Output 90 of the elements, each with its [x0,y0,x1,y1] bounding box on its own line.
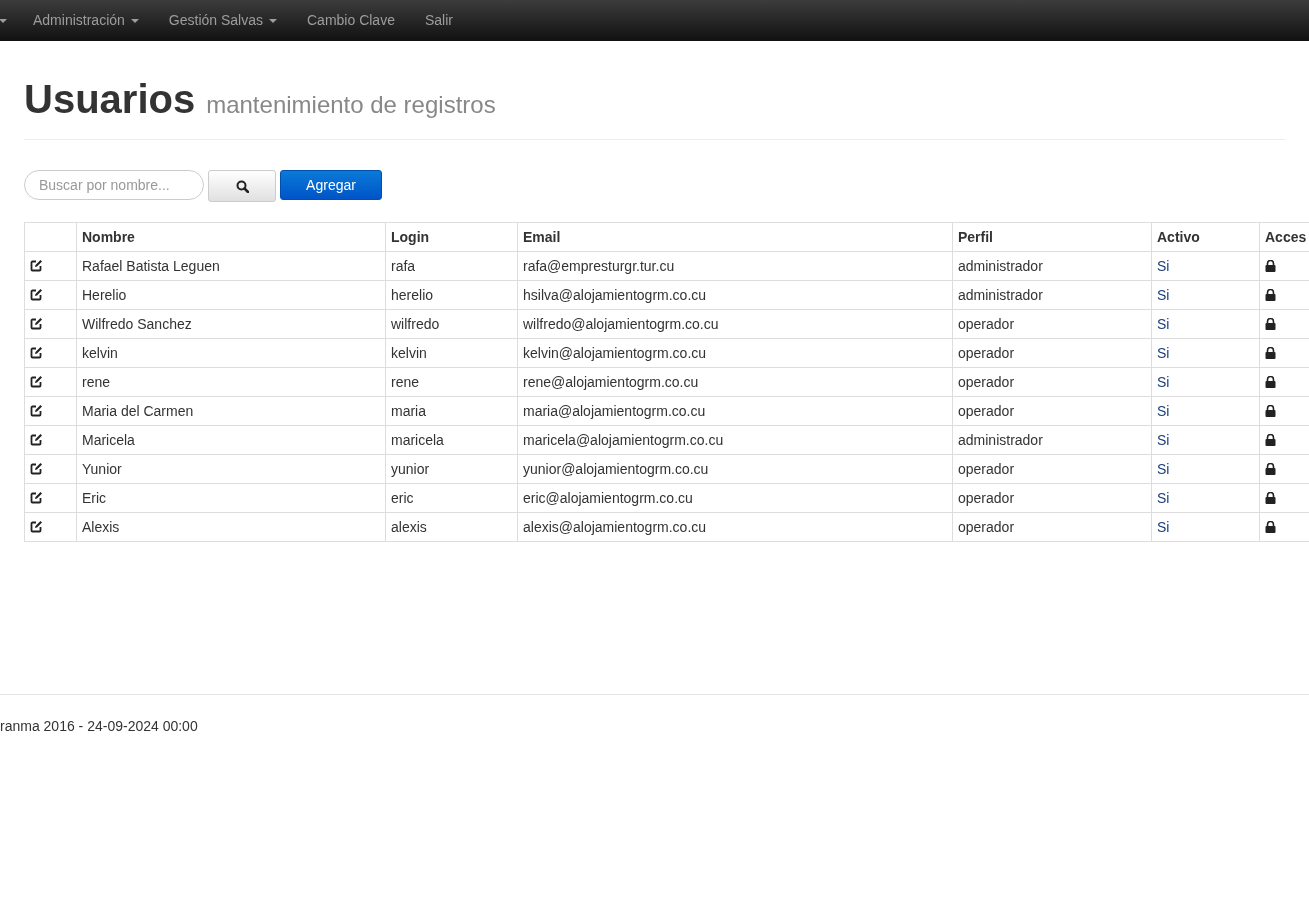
column-header: Login [391,229,430,245]
table-cell: operador [958,519,1015,535]
column-header: Activo [1157,229,1200,245]
edit-icon[interactable] [30,405,42,417]
table-cell: kelvin [391,345,427,361]
table-cell: maria@alojamientogrm.co.cu [523,403,706,419]
table-cell: Rafael Batista Leguen [82,258,220,274]
lock-icon[interactable] [1265,289,1276,301]
table-cell: rafa@empresturgr.tur.cu [523,258,675,274]
edit-icon[interactable] [30,434,42,446]
nav-link[interactable]: Salir [424,0,468,41]
caret-icon [269,18,277,23]
lock-icon[interactable] [1265,260,1276,272]
table-cell: Si [1157,316,1170,332]
table-cell: wilfredo [391,316,440,332]
table-cell: Si [1157,345,1170,361]
table-cell: alexis@alojamientogrm.co.cu [523,519,707,535]
add-button[interactable]: Agregar [280,170,382,200]
edit-icon[interactable] [30,318,42,330]
edit-icon[interactable] [30,260,42,272]
edit-icon[interactable] [30,347,42,359]
lock-icon[interactable] [1265,405,1276,417]
column-header: Perfil [958,229,993,245]
table-cell: Maricela [82,432,135,448]
table-cell: operador [958,316,1015,332]
lock-icon[interactable] [1265,347,1276,359]
lock-icon[interactable] [1265,521,1276,533]
table-cell: Si [1157,287,1170,303]
table-cell: eric@alojamientogrm.co.cu [523,490,693,506]
table-cell: eric [391,490,414,506]
table-cell: operador [958,403,1015,419]
table-cell: yunior [391,461,430,477]
caret-icon [0,18,7,23]
table-cell: hsilva@alojamientogrm.co.cu [523,287,707,303]
table-cell: Eric [82,490,107,506]
nav-link[interactable]: Cambio Clave [307,0,410,41]
nav-link[interactable]: Administración [33,0,154,41]
caret-icon [130,18,139,23]
table-cell: rene [82,374,111,390]
column-header: Acces [1265,229,1307,245]
table-cell: Alexis [82,519,120,535]
table-cell: kelvin [82,345,118,361]
table-cell: maria [391,403,426,419]
table-cell: Maria del Carmen [82,403,194,419]
lock-icon[interactable] [1265,463,1276,475]
table-cell: administrador [958,287,1043,303]
lock-icon[interactable] [1265,318,1276,330]
page-subtitle: mantenimiento de registros [206,91,496,119]
table-cell: Si [1157,432,1170,448]
edit-icon[interactable] [30,463,42,475]
table-cell: administrador [958,432,1043,448]
edit-icon[interactable] [30,289,42,301]
table-cell: operador [958,461,1015,477]
page-title: Usuarios [24,77,196,121]
table-cell: Yunior [82,461,122,477]
table-cell: Wilfredo Sanchez [82,316,192,332]
edit-icon[interactable] [30,492,42,504]
table-cell: administrador [958,258,1043,274]
table-cell: Si [1157,490,1170,506]
table-cell: herelio [391,287,434,303]
table-cell: operador [958,490,1015,506]
table-cell: Si [1157,519,1170,535]
table-cell: operador [958,345,1015,361]
table-cell: Si [1157,403,1170,419]
table-cell: Si [1157,374,1170,390]
nav-link[interactable]: Gestión Salvas [168,0,292,41]
table-cell: rene [391,374,420,390]
table-cell: maricela [391,432,444,448]
lock-icon[interactable] [1265,492,1276,504]
lock-icon[interactable] [1265,376,1276,388]
column-header: Nombre [82,229,135,245]
table-cell: alexis [391,519,427,535]
search-icon [235,179,249,193]
edit-icon[interactable] [30,521,42,533]
search-field[interactable]: Buscar por nombre... [24,170,204,200]
column-header: Email [523,229,561,245]
table-cell: kelvin@alojamientogrm.co.cu [523,345,707,361]
table-cell: Si [1157,461,1170,477]
search-button[interactable] [208,170,276,202]
table-cell: Herelio [82,287,127,303]
footer-text: ranma 2016 - 24-09-2024 00:00 [0,718,198,734]
table-cell: Si [1157,258,1170,274]
table-cell: operador [958,374,1015,390]
table-cell: rene@alojamientogrm.co.cu [523,374,699,390]
lock-icon[interactable] [1265,434,1276,446]
edit-icon[interactable] [30,376,42,388]
table-cell: yunior@alojamientogrm.co.cu [523,461,709,477]
table-cell: wilfredo@alojamientogrm.co.cu [523,316,719,332]
table-cell: maricela@alojamientogrm.co.cu [523,432,724,448]
table-cell: rafa [391,258,416,274]
